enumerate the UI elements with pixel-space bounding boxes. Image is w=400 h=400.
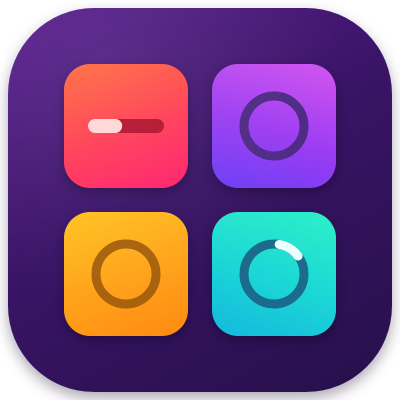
app-icon[interactable] [8,8,392,392]
pad-top-left[interactable] [64,64,188,188]
slider-fill [88,119,123,133]
progress-ring-icon [239,239,309,309]
ring-shape [91,239,161,309]
pad-bottom-right[interactable] [212,212,336,336]
ring-icon [239,91,309,161]
slider-icon [88,119,164,133]
pad-bottom-left[interactable] [64,212,188,336]
ring-icon [91,239,161,309]
ring-shape [239,91,309,161]
pad-top-right[interactable] [212,64,336,188]
canvas [0,0,400,400]
